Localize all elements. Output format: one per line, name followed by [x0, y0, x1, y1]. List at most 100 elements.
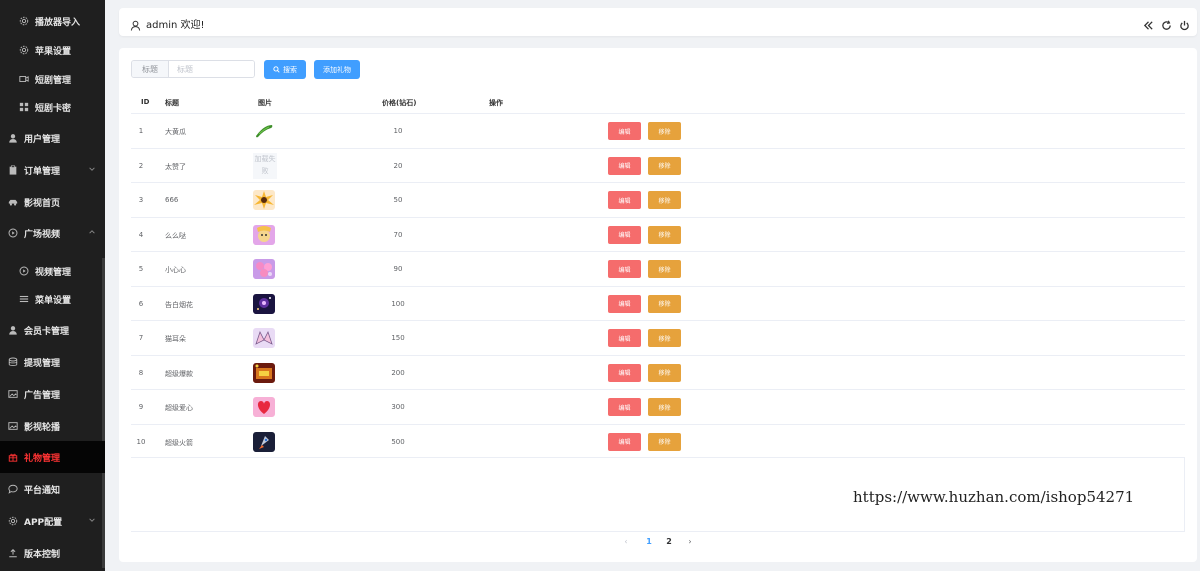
- cell-title: 超级火箭: [165, 438, 193, 447]
- gift-image-bigheart: [253, 397, 275, 417]
- edit-button[interactable]: 编辑: [608, 329, 641, 347]
- sidebar-item-2[interactable]: 苹果设置: [0, 35, 105, 65]
- table-row: 6 告白烟花 100 编辑 移除: [131, 285, 1185, 321]
- pagination-page-2[interactable]: 2: [663, 534, 675, 548]
- cell-title: 超级爆款: [165, 369, 193, 378]
- search-icon: [273, 66, 280, 73]
- delete-button[interactable]: 移除: [648, 122, 681, 140]
- clipboard-icon: [7, 164, 19, 176]
- cell-price: 500: [391, 437, 405, 446]
- cell-price: 70: [393, 230, 403, 239]
- column-header-actions: 操作: [489, 99, 503, 107]
- sidebar-item-1[interactable]: 播放器导入: [0, 6, 105, 36]
- sidebar-item-16[interactable]: 平台通知: [0, 474, 105, 504]
- edit-button[interactable]: 编辑: [608, 363, 641, 382]
- pagination-next[interactable]: ›: [685, 534, 695, 548]
- edit-button[interactable]: 编辑: [608, 225, 641, 244]
- sidebar-item-label: 影视轮播: [24, 422, 61, 433]
- edit-button[interactable]: 编辑: [608, 294, 641, 313]
- gift-icon: [7, 451, 19, 463]
- edit-button[interactable]: 编辑: [608, 398, 641, 416]
- cell-title: 告白烟花: [165, 300, 193, 309]
- table-row: 8 超级爆款 200 编辑 移除: [131, 354, 1185, 390]
- cell-price: 20: [393, 161, 403, 170]
- cell-price: 200: [391, 368, 405, 377]
- delete-button[interactable]: 移除: [648, 294, 681, 313]
- sidebar-item-6[interactable]: 订单管理: [0, 155, 105, 185]
- table-row: 5 小心心 90 编辑 移除: [131, 251, 1185, 286]
- picture-icon: [7, 388, 19, 400]
- power-icon[interactable]: [1179, 16, 1191, 31]
- cell-price: 50: [393, 196, 403, 204]
- edit-button[interactable]: 编辑: [608, 432, 641, 451]
- image-load-failed: 加载失败: [253, 152, 277, 179]
- refresh-icon[interactable]: [1161, 16, 1173, 30]
- gift-image-burst: [253, 190, 275, 210]
- cell-price: 100: [391, 299, 405, 308]
- cell-id: 1: [138, 127, 144, 135]
- picture-icon: [7, 420, 19, 432]
- delete-button[interactable]: 移除: [648, 260, 681, 278]
- delete-button[interactable]: 移除: [648, 225, 681, 244]
- cell-title: 666: [165, 196, 179, 204]
- search-prefix-label: 标题: [132, 61, 169, 77]
- sidebar-item-18[interactable]: 版本控制: [0, 538, 105, 568]
- delete-button[interactable]: 移除: [648, 398, 681, 416]
- sidebar-item-label: 广场视频: [24, 229, 61, 240]
- table-row: 3 666 50 编辑 移除: [131, 182, 1185, 217]
- search-button[interactable]: 搜索: [264, 60, 306, 79]
- sidebar-item-3[interactable]: 短剧管理: [0, 64, 105, 94]
- sidebar-item-12[interactable]: 提现管理: [0, 347, 105, 377]
- pagination-prev[interactable]: ‹: [621, 534, 631, 548]
- sidebar-item-9[interactable]: 视频管理: [0, 256, 105, 286]
- edit-button[interactable]: 编辑: [608, 260, 641, 278]
- gear-icon: [18, 44, 30, 56]
- sidebar-item-5[interactable]: 用户管理: [0, 123, 105, 153]
- sidebar-item-10[interactable]: 菜单设置: [0, 284, 105, 314]
- cell-title: 太赞了: [165, 162, 186, 171]
- table-row: 1 大黄瓜 10 编辑 移除: [131, 113, 1185, 148]
- cell-id: 7: [138, 334, 144, 342]
- search-group: 标题: [131, 60, 255, 78]
- car-icon: [7, 196, 19, 208]
- pagination-page-1[interactable]: 1: [643, 534, 655, 548]
- sidebar-item-17[interactable]: APP配置: [0, 506, 105, 536]
- delete-button[interactable]: 移除: [648, 363, 681, 382]
- sidebar-item-4[interactable]: 短剧卡密: [0, 92, 105, 122]
- delete-button[interactable]: 移除: [648, 191, 681, 209]
- cell-id: 3: [138, 196, 144, 204]
- delete-button[interactable]: 移除: [648, 432, 681, 451]
- sidebar-item-8[interactable]: 广场视频: [0, 218, 105, 248]
- sidebar-item-label: 会员卡管理: [24, 326, 70, 337]
- chevron-down-icon: [88, 516, 96, 527]
- gear-icon: [7, 515, 19, 527]
- edit-button[interactable]: 编辑: [608, 191, 641, 209]
- collapse-icon[interactable]: [1143, 16, 1155, 30]
- edit-button[interactable]: 编辑: [608, 122, 641, 140]
- cell-id: 10: [136, 437, 146, 446]
- sidebar-item-15[interactable]: 礼物管理: [0, 441, 105, 473]
- sidebar-item-label: 广告管理: [24, 390, 61, 401]
- gift-image-hearts: [253, 259, 275, 279]
- edit-button[interactable]: 编辑: [608, 156, 641, 175]
- sidebar: 播放器导入 苹果设置 短剧管理 短剧卡密 用户管理 订单管理 影视首页广场视频视频管理 菜单设…: [0, 0, 105, 571]
- user-icon: [7, 324, 19, 336]
- user-icon: [7, 132, 19, 144]
- column-header-image: 图片: [258, 99, 272, 107]
- table-row: 4 么么哒 70 编辑 移除: [131, 216, 1185, 252]
- table-row: 10 超级火箭 500 编辑 移除: [131, 423, 1185, 459]
- sidebar-item-13[interactable]: 广告管理: [0, 379, 105, 409]
- delete-button[interactable]: 移除: [648, 329, 681, 347]
- table-row: 7 猫耳朵 150 编辑 移除: [131, 320, 1185, 355]
- delete-button[interactable]: 移除: [648, 156, 681, 175]
- sidebar-item-14[interactable]: 影视轮播: [0, 411, 105, 441]
- sidebar-item-11[interactable]: 会员卡管理: [0, 315, 105, 345]
- grid-icon: [18, 101, 30, 113]
- cell-price: 150: [391, 334, 405, 342]
- add-gift-button[interactable]: 添加礼物: [314, 60, 360, 79]
- search-input[interactable]: [169, 61, 254, 77]
- cell-price: 90: [393, 265, 403, 273]
- sidebar-item-7[interactable]: 影视首页: [0, 187, 105, 217]
- sidebar-item-label: 礼物管理: [24, 453, 61, 464]
- cell-title: 大黄瓜: [165, 128, 186, 136]
